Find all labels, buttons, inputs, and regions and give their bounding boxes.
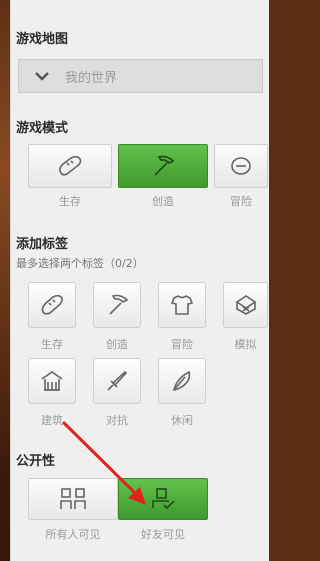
tag-building-button[interactable] [28, 358, 76, 404]
map-section-title: 游戏地图 [16, 32, 69, 47]
mode-section-title: 游戏模式 [16, 121, 69, 136]
tag-casual-button[interactable] [158, 358, 206, 404]
people-icon [58, 486, 88, 512]
pickaxe-icon [149, 153, 177, 179]
tag-simulation-label: 模拟 [234, 338, 257, 351]
visibility-friends-button[interactable] [118, 478, 208, 520]
tag-building-label: 建筑 [41, 414, 63, 427]
map-dropdown-value: 我的世界 [65, 70, 118, 86]
tag-survival-label: 生存 [41, 338, 63, 351]
cube-icon [233, 292, 259, 318]
tag-survival-button[interactable] [28, 282, 76, 328]
tag-adventure-button[interactable] [158, 282, 206, 328]
map-dropdown[interactable]: 我的世界 [18, 59, 263, 93]
sword-icon [104, 368, 130, 394]
bread-icon [39, 292, 65, 318]
feather-icon [169, 368, 195, 394]
visibility-everyone-label: 所有人可见 [45, 528, 101, 541]
tag-creative-button[interactable] [93, 282, 141, 328]
bread-icon [56, 154, 84, 178]
mode-creative-label: 创造 [152, 195, 174, 208]
tags-hint: 最多选择两个标签（0/2） [16, 257, 144, 270]
tag-adventure-label: 冒险 [171, 338, 193, 351]
visibility-section-title: 公开性 [16, 454, 56, 469]
mode-adventure-label: 冒险 [230, 195, 252, 208]
mode-survival-label: 生存 [59, 195, 81, 208]
chevron-down-icon [19, 70, 65, 82]
tags-section-title: 添加标签 [16, 237, 69, 252]
visibility-everyone-button[interactable] [28, 478, 118, 520]
visibility-friends-label: 好友可见 [141, 528, 185, 541]
tag-casual-label: 休闲 [171, 414, 193, 427]
tag-combat-label: 对抗 [106, 414, 128, 427]
tag-creative-label: 创造 [106, 338, 128, 351]
tag-combat-button[interactable] [93, 358, 141, 404]
tag-simulation-button[interactable] [223, 282, 268, 328]
mode-creative-button[interactable] [118, 144, 208, 188]
mode-survival-button[interactable] [28, 144, 112, 188]
compass-icon [228, 154, 254, 178]
armor-icon [169, 292, 195, 318]
mode-adventure-button[interactable] [214, 144, 268, 188]
friend-icon [148, 486, 178, 512]
house-icon [39, 368, 65, 394]
pickaxe-icon [104, 292, 130, 318]
